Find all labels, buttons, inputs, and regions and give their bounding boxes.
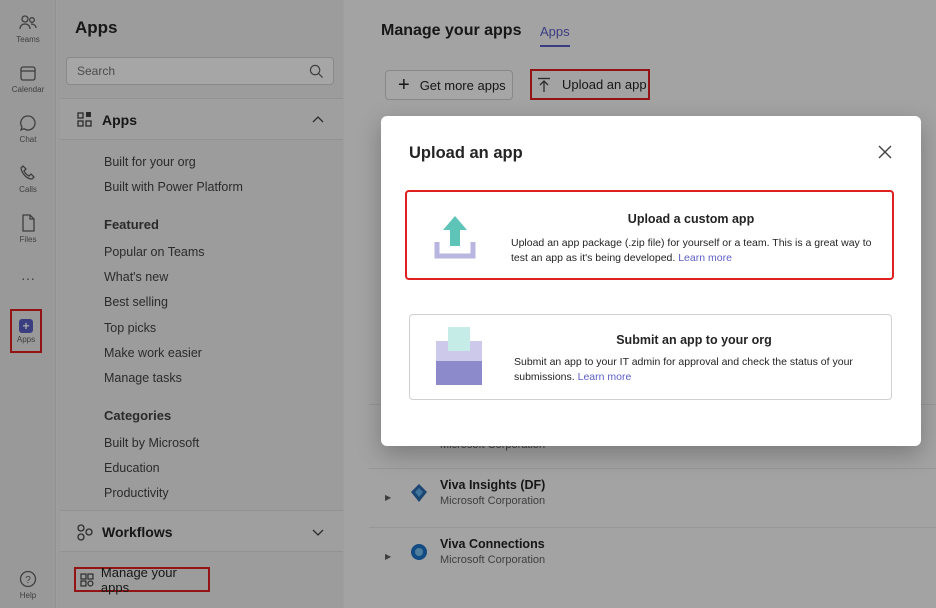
submit-app-title: Submit an app to your org (616, 333, 772, 347)
submit-app-to-org-option[interactable]: Submit an app to your org Submit an app … (409, 314, 892, 400)
upload-custom-app-option[interactable]: Upload a custom app Upload an app packag… (405, 190, 894, 280)
upload-app-dialog: Upload an app Upload a custom app Upload… (381, 116, 921, 446)
upload-package-icon (434, 216, 476, 259)
learn-more-link[interactable]: Learn more (578, 371, 632, 383)
close-icon[interactable] (877, 144, 893, 160)
dialog-title: Upload an app (409, 144, 523, 162)
custom-app-title: Upload a custom app (627, 212, 755, 226)
submit-app-description: Submit an app to your IT admin for appro… (514, 356, 853, 383)
learn-more-link[interactable]: Learn more (678, 252, 732, 264)
submit-inbox-icon (436, 327, 482, 385)
custom-app-description: Upload an app package (.zip file) for yo… (511, 237, 872, 264)
